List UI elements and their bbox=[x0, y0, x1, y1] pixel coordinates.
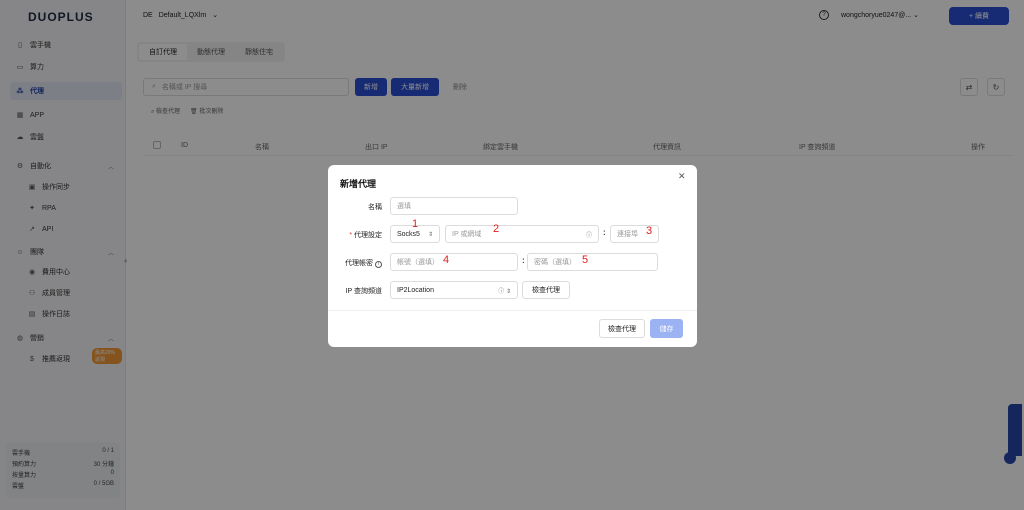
username-placeholder: 帳號（選填） bbox=[397, 259, 439, 266]
dialog-footer-divider bbox=[328, 310, 697, 311]
close-icon[interactable]: ✕ bbox=[678, 171, 686, 182]
info-icon: i bbox=[375, 260, 382, 268]
colon-separator: : bbox=[603, 228, 606, 237]
ip-channel-select[interactable]: IP2Location ⓘ ⇕ bbox=[390, 281, 518, 299]
check-proxy-button[interactable]: 檢查代理 bbox=[599, 319, 645, 338]
check-proxy-inline-button[interactable]: 檢查代理 bbox=[522, 281, 570, 299]
dialog-title: 新增代理 bbox=[340, 179, 377, 189]
host-placeholder: IP 或網域 bbox=[452, 231, 482, 238]
port-placeholder: 連接埠 bbox=[617, 231, 638, 238]
save-button[interactable]: 儲存 bbox=[650, 319, 683, 338]
name-input[interactable]: 選填 bbox=[390, 197, 518, 215]
chevron-updown-icon: ⇕ bbox=[427, 231, 433, 238]
protocol-value: Socks5 bbox=[397, 230, 420, 238]
password-input[interactable]: 密碼（選填） bbox=[527, 253, 658, 271]
proxy-account-label: 代理帳密 i bbox=[322, 258, 382, 268]
username-input[interactable]: 帳號（選填） bbox=[390, 253, 518, 271]
annotation-5: 5 bbox=[582, 254, 589, 266]
annotation-1: 1 bbox=[412, 218, 419, 230]
name-label: 名稱 bbox=[368, 204, 382, 211]
name-placeholder: 選填 bbox=[397, 203, 411, 210]
annotation-3: 3 bbox=[646, 225, 653, 237]
annotation-4: 4 bbox=[443, 254, 450, 266]
proxy-settings-label-text: 代理設定 bbox=[354, 232, 382, 239]
annotation-2: 2 bbox=[493, 223, 500, 235]
info-chevron-icon: ⓘ ⇕ bbox=[498, 288, 511, 295]
proxy-account-label-text: 代理帳密 bbox=[345, 260, 373, 267]
host-input[interactable]: IP 或網域 ⓘ bbox=[445, 225, 599, 243]
add-proxy-dialog: 新增代理 ✕ 名稱 選填 * 代理設定 Socks5 ⇕ IP 或網域 ⓘ : … bbox=[328, 165, 697, 347]
proxy-settings-label: * 代理設定 bbox=[349, 232, 382, 239]
ip-channel-value: IP2Location bbox=[397, 286, 434, 294]
password-placeholder: 密碼（選填） bbox=[534, 259, 576, 266]
ip-channel-label: IP 查詢頻道 bbox=[345, 288, 382, 295]
colon-separator: : bbox=[522, 256, 525, 265]
info-icon: ⓘ bbox=[585, 232, 592, 239]
